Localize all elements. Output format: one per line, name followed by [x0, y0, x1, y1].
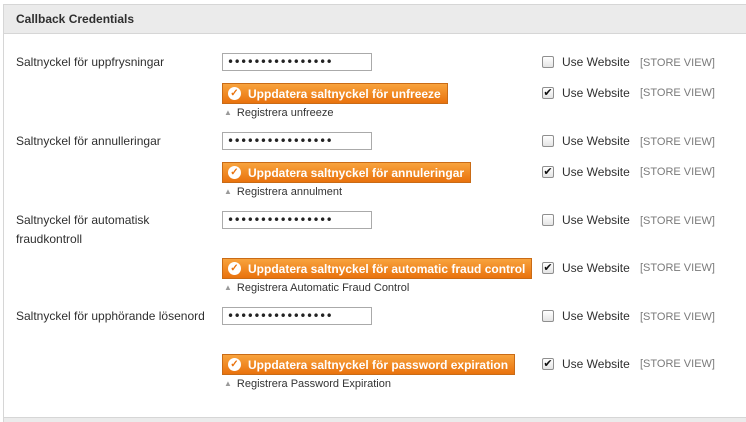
button-label: Uppdatera saltnyckel för password expira… [248, 357, 509, 372]
field-label-unfreeze: Saltnyckel för uppfrysningar [16, 55, 165, 69]
checkmark-icon: ✔ [543, 86, 553, 99]
update-salt-key-annulment-button[interactable]: ✓ Uppdatera saltnyckel för annuleringar [222, 162, 472, 183]
triangle-up-icon: ▲ [224, 379, 232, 388]
use-website-label: Use Website [562, 165, 630, 179]
section-footer [4, 417, 746, 422]
section-title: Callback Credentials [16, 12, 135, 26]
section-header[interactable]: Callback Credentials [4, 4, 746, 34]
update-salt-key-fraud-control-button[interactable]: ✓ Uppdatera saltnyckel för automatic fra… [222, 258, 533, 279]
use-website-label: Use Website [562, 357, 630, 371]
scope-label: [STORE VIEW] [640, 87, 715, 99]
use-website-label: Use Website [562, 261, 630, 275]
salt-key-unfreeze-input[interactable] [222, 53, 372, 71]
use-website-label: Use Website [562, 213, 630, 227]
checkmark-icon: ✔ [543, 165, 553, 178]
triangle-up-icon: ▲ [224, 108, 232, 117]
field-label-fraud-control: Saltnyckel för automatisk fraudkontroll [16, 213, 150, 246]
note-text: Registrera Password Expiration [236, 378, 391, 390]
scope-label: [STORE VIEW] [640, 358, 715, 370]
field-label-password-expiration: Saltnyckel för upphörande lösenord [16, 309, 205, 323]
salt-key-annulment-input[interactable] [222, 132, 372, 150]
note-text: Registrera Automatic Fraud Control [236, 282, 410, 294]
callback-credentials-panel: Callback Credentials Saltnyckel för uppf… [3, 4, 746, 422]
button-label: Uppdatera saltnyckel för unfreeze [248, 86, 441, 101]
use-website-checkbox[interactable] [542, 310, 554, 322]
scope-label: [STORE VIEW] [640, 166, 715, 178]
use-website-toggle-annulment-key[interactable]: Use Website [542, 134, 630, 148]
salt-key-password-expiration-input[interactable] [222, 307, 372, 325]
use-website-label: Use Website [562, 55, 630, 69]
button-label: Uppdatera saltnyckel för automatic fraud… [248, 261, 526, 276]
note-fraud-control: ▲ Registrera Automatic Fraud Control [224, 281, 409, 295]
use-website-toggle-fraud-key[interactable]: Use Website [542, 213, 630, 227]
update-salt-key-unfreeze-button[interactable]: ✓ Uppdatera saltnyckel för unfreeze [222, 83, 448, 104]
note-annulment: ▲ Registrera annulment [224, 185, 342, 199]
check-circle-icon: ✓ [228, 262, 241, 275]
use-website-toggle-unfreeze-button[interactable]: ✔ Use Website [542, 86, 630, 100]
button-label: Uppdatera saltnyckel för annuleringar [248, 165, 465, 180]
salt-key-fraud-control-input[interactable] [222, 211, 372, 229]
scope-label: [STORE VIEW] [640, 311, 715, 323]
use-website-toggle-expiration-button[interactable]: ✔ Use Website [542, 357, 630, 371]
use-website-toggle-unfreeze-key[interactable]: Use Website [542, 55, 630, 69]
scope-label: [STORE VIEW] [640, 262, 715, 274]
checkmark-icon: ✔ [543, 261, 553, 274]
update-salt-key-password-expiration-button[interactable]: ✓ Uppdatera saltnyckel för password expi… [222, 354, 516, 375]
use-website-checkbox[interactable]: ✔ [542, 262, 554, 274]
checkmark-icon: ✔ [543, 357, 553, 370]
use-website-label: Use Website [562, 134, 630, 148]
use-website-toggle-annulment-button[interactable]: ✔ Use Website [542, 165, 630, 179]
triangle-up-icon: ▲ [224, 283, 232, 292]
use-website-toggle-fraud-button[interactable]: ✔ Use Website [542, 261, 630, 275]
use-website-checkbox[interactable]: ✔ [542, 87, 554, 99]
note-password-expiration: ▲ Registrera Password Expiration [224, 377, 391, 391]
use-website-checkbox[interactable]: ✔ [542, 358, 554, 370]
use-website-checkbox[interactable] [542, 214, 554, 226]
field-label-annulment: Saltnyckel för annulleringar [16, 134, 161, 148]
note-text: Registrera unfreeze [236, 107, 334, 119]
scope-label: [STORE VIEW] [640, 215, 715, 227]
note-unfreeze: ▲ Registrera unfreeze [224, 106, 334, 120]
scope-label: [STORE VIEW] [640, 136, 715, 148]
triangle-up-icon: ▲ [224, 187, 232, 196]
note-text: Registrera annulment [236, 186, 343, 198]
check-circle-icon: ✓ [228, 87, 241, 100]
use-website-checkbox[interactable] [542, 56, 554, 68]
use-website-checkbox[interactable] [542, 135, 554, 147]
check-circle-icon: ✓ [228, 358, 241, 371]
use-website-toggle-expiration-key[interactable]: Use Website [542, 309, 630, 323]
use-website-label: Use Website [562, 86, 630, 100]
check-circle-icon: ✓ [228, 166, 241, 179]
use-website-checkbox[interactable]: ✔ [542, 166, 554, 178]
scope-label: [STORE VIEW] [640, 57, 715, 69]
use-website-label: Use Website [562, 309, 630, 323]
